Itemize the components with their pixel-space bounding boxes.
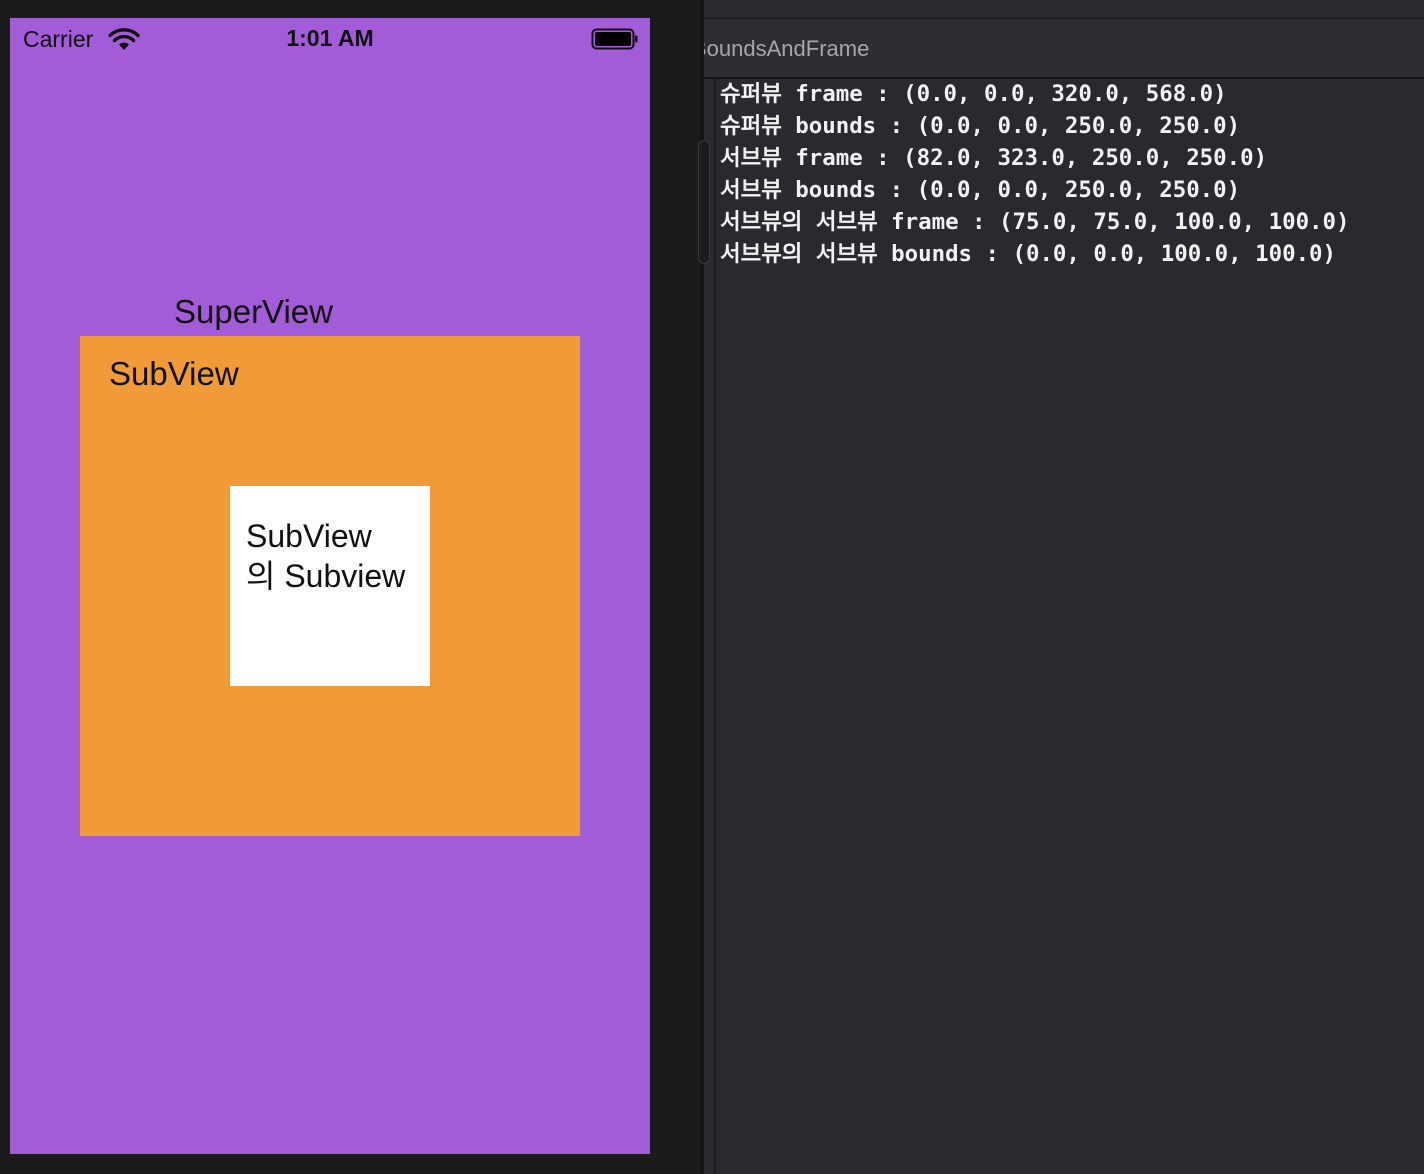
console-gutter — [714, 78, 716, 1174]
console-line: 서브뷰의 서브뷰 bounds : (0.0, 0.0, 100.0, 100.… — [720, 241, 1337, 267]
battery-icon — [591, 28, 638, 50]
subsubview-box: SubView 의 Subview — [230, 486, 430, 686]
subsubview-label: SubView 의 Subview — [246, 516, 426, 596]
xcode-debug-pane: BoundsAndFrame 슈퍼뷰 frame : (0.0, 0.0, 32… — [698, 0, 1424, 1174]
scrollbar-handle[interactable] — [698, 140, 710, 264]
status-bar: Carrier 1:01 AM — [10, 18, 650, 60]
subsubview-label-line2: 의 Subview — [246, 558, 406, 594]
tab-title[interactable]: BoundsAndFrame — [704, 36, 869, 62]
superview-label: SuperView — [174, 293, 333, 330]
simulator-screen: Carrier 1:01 AM SuperView SubView SubVie… — [10, 18, 650, 1154]
subview-label: SubView — [109, 355, 239, 392]
console-output: 슈퍼뷰 frame : (0.0, 0.0, 320.0, 568.0) 슈퍼뷰… — [720, 78, 1420, 270]
console-line: 서브뷰 frame : (82.0, 323.0, 250.0, 250.0) — [720, 145, 1268, 171]
console-line: 슈퍼뷰 frame : (0.0, 0.0, 320.0, 568.0) — [720, 81, 1227, 107]
subsubview-label-line1: SubView — [246, 518, 372, 554]
editor-tab-bar[interactable]: BoundsAndFrame — [704, 18, 1424, 79]
subview-box: SubView SubView 의 Subview — [80, 336, 580, 836]
console-line: 서브뷰의 서브뷰 frame : (75.0, 75.0, 100.0, 100… — [720, 209, 1350, 235]
console-line: 슈퍼뷰 bounds : (0.0, 0.0, 250.0, 250.0) — [720, 113, 1241, 139]
console-line: 서브뷰 bounds : (0.0, 0.0, 250.0, 250.0) — [720, 177, 1241, 203]
status-clock: 1:01 AM — [286, 25, 374, 51]
